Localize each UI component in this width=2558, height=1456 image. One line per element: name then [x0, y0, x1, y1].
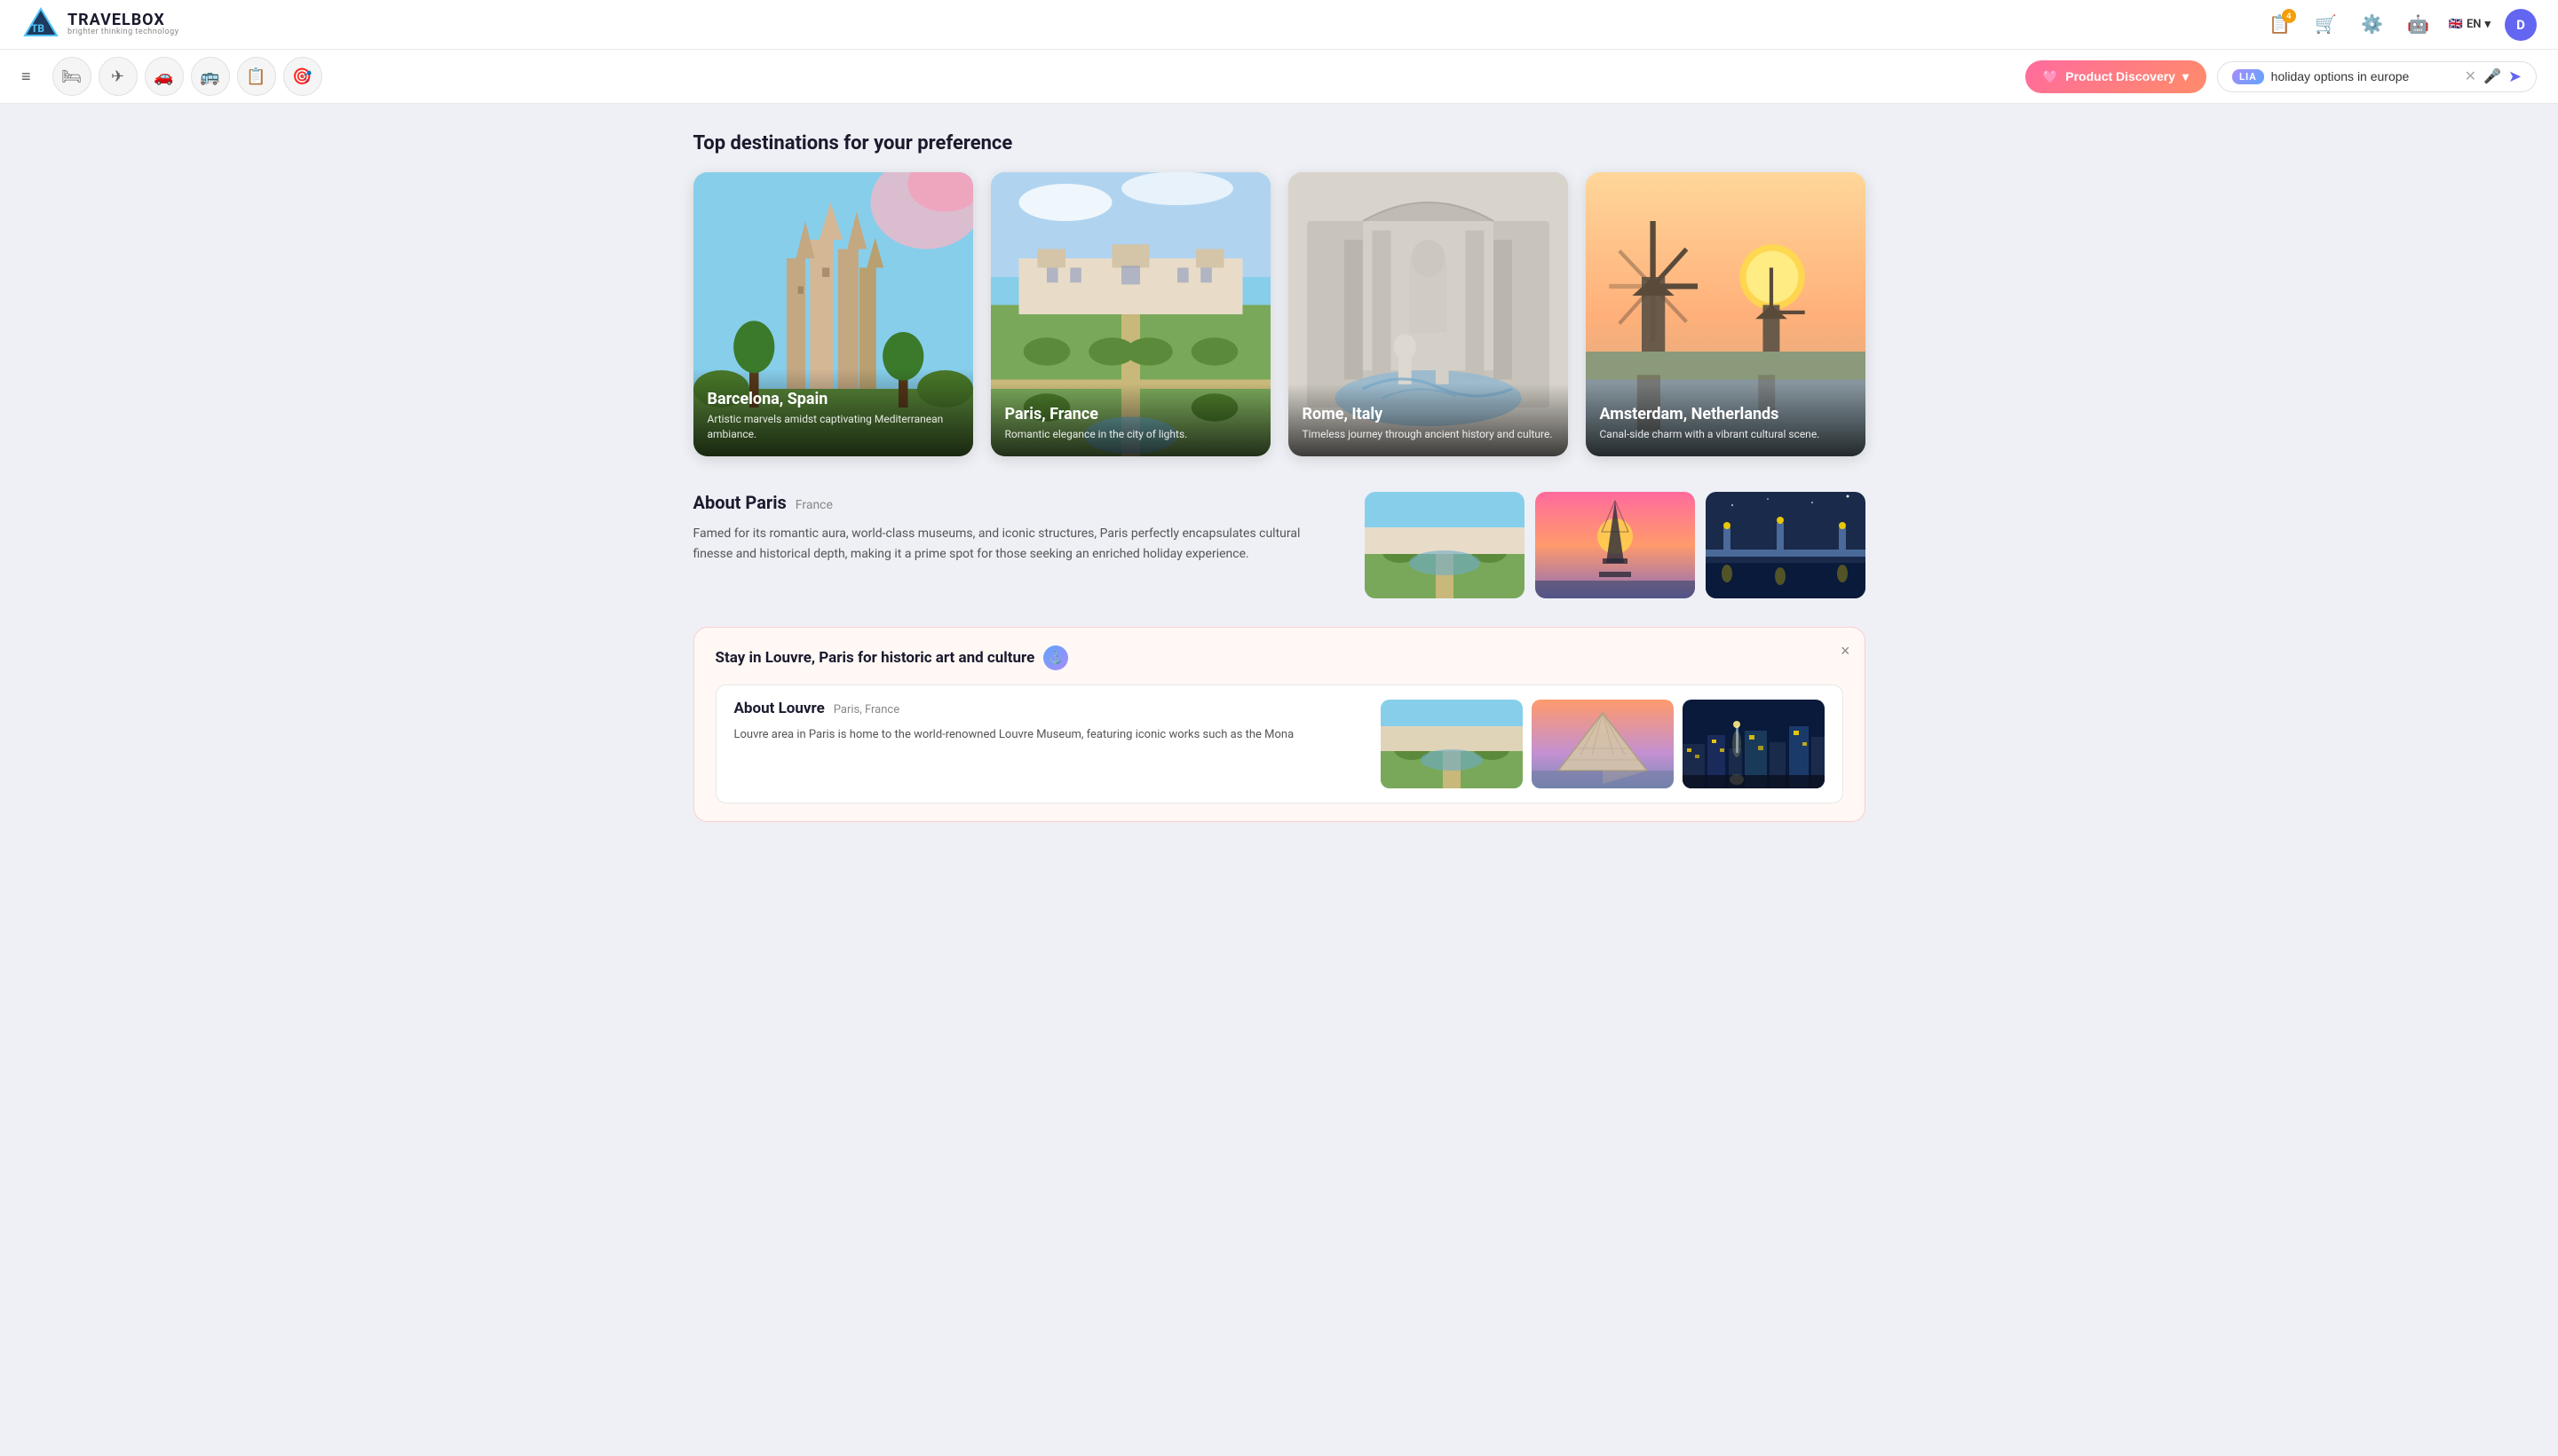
nav-tab-car[interactable]: 🚗 — [145, 57, 184, 96]
destination-desc-amsterdam: Canal-side charm with a vibrant cultural… — [1600, 427, 1851, 442]
cart-button[interactable]: 🛒 — [2310, 9, 2342, 41]
section-title: Top destinations for your preference — [693, 132, 1865, 154]
ai-button[interactable]: 🤖 — [2403, 9, 2435, 41]
louvre-card-close-button[interactable]: × — [1841, 642, 1850, 661]
search-input[interactable] — [2271, 69, 2458, 83]
about-country: France — [796, 498, 833, 512]
flag-icon: 🇬🇧 — [2449, 18, 2463, 31]
nav-tab-explore[interactable]: 🎯 — [283, 57, 322, 96]
about-paris-section: About Paris France Famed for its romanti… — [693, 492, 1865, 598]
louvre-location: Paris, France — [834, 703, 899, 716]
destination-overlay-rome: Rome, Italy Timeless journey through anc… — [1288, 384, 1568, 456]
louvre-images — [1381, 700, 1825, 788]
product-discovery-button[interactable]: 🩷 Product Discovery ▾ — [2025, 60, 2206, 93]
chevron-down-icon: ▾ — [2182, 69, 2189, 84]
about-title-row: About Paris France — [693, 492, 1329, 513]
louvre-img-1 — [1381, 700, 1523, 788]
louvre-image-2[interactable] — [1532, 700, 1674, 788]
louvre-card-title: Stay in Louvre, Paris for historic art a… — [716, 649, 1035, 667]
heart-icon: 🩷 — [2043, 69, 2058, 84]
notification-badge: 4 — [2282, 9, 2296, 23]
lia-badge: LIA — [2232, 69, 2264, 84]
nav-tab-bus[interactable]: 🚌 — [191, 57, 230, 96]
louvre-image-1[interactable] — [1381, 700, 1523, 788]
destination-desc-barcelona: Artistic marvels amidst captivating Medi… — [708, 412, 959, 442]
navbar: ≡ 🛏 ✈ 🚗 🚌 📋 🎯 🩷 Product Discovery ▾ LIA … — [0, 50, 2558, 104]
destination-title-paris: Paris, France — [1005, 405, 1256, 423]
louvre-inner-card: About Louvre Paris, France Louvre area i… — [716, 684, 1843, 803]
louvre-description: Louvre area in Paris is home to the worl… — [734, 726, 1359, 745]
destination-title-barcelona: Barcelona, Spain — [708, 390, 959, 408]
topbar: TB TRAVELBOX brighter thinking technolog… — [0, 0, 2558, 50]
user-avatar[interactable]: D — [2505, 9, 2537, 41]
destination-card-rome[interactable]: Rome, Italy Timeless journey through anc… — [1288, 172, 1568, 456]
about-paris-text: About Paris France Famed for its romanti… — [693, 492, 1329, 565]
destinations-grid: Barcelona, Spain Artistic marvels amidst… — [693, 172, 1865, 456]
louvre-title-row: About Louvre Paris, France — [734, 700, 1359, 717]
app-name: TRAVELBOX — [67, 12, 179, 29]
destination-card-barcelona[interactable]: Barcelona, Spain Artistic marvels amidst… — [693, 172, 973, 456]
about-image-versailles[interactable] — [1365, 492, 1525, 598]
louvre-card: Stay in Louvre, Paris for historic art a… — [693, 627, 1865, 822]
louvre-title: About Louvre — [734, 700, 825, 717]
svg-text:TB: TB — [31, 22, 44, 35]
chevron-down-icon: ▾ — [2484, 18, 2491, 31]
destination-title-rome: Rome, Italy — [1303, 405, 1554, 423]
destination-overlay-amsterdam: Amsterdam, Netherlands Canal-side charm … — [1586, 384, 1865, 456]
product-discovery-label: Product Discovery — [2065, 69, 2175, 83]
anchor-icon: ⚓ — [1049, 651, 1064, 665]
about-images — [1365, 492, 1865, 598]
destination-desc-paris: Romantic elegance in the city of lights. — [1005, 427, 1256, 442]
menu-icon[interactable]: ≡ — [21, 67, 31, 86]
destination-overlay-paris: Paris, France Romantic elegance in the c… — [991, 384, 1271, 456]
nav-tabs: 🛏 ✈ 🚗 🚌 📋 🎯 — [52, 57, 322, 96]
language-selector[interactable]: 🇬🇧 EN ▾ — [2449, 18, 2491, 31]
logo[interactable]: TB TRAVELBOX brighter thinking technolog… — [21, 5, 179, 44]
about-image-eiffel[interactable] — [1535, 492, 1695, 598]
app-tagline: brighter thinking technology — [67, 28, 179, 37]
about-image-bridge[interactable] — [1706, 492, 1865, 598]
destination-overlay-barcelona: Barcelona, Spain Artistic marvels amidst… — [693, 368, 973, 456]
nav-tab-flight[interactable]: ✈ — [99, 57, 138, 96]
clear-search-button[interactable]: ✕ — [2465, 67, 2476, 85]
destination-card-paris[interactable]: Paris, France Romantic elegance in the c… — [991, 172, 1271, 456]
search-bar: LIA ✕ 🎤 ➤ — [2217, 61, 2537, 92]
main-content: Top destinations for your preference — [658, 104, 1901, 851]
send-button[interactable]: ➤ — [2508, 67, 2522, 86]
destination-card-amsterdam[interactable]: Amsterdam, Netherlands Canal-side charm … — [1586, 172, 1865, 456]
settings-button[interactable]: ⚙️ — [2356, 9, 2388, 41]
eiffel-img — [1535, 492, 1695, 598]
about-title: About Paris — [693, 492, 787, 513]
versailles-img — [1365, 492, 1525, 598]
louvre-image-3[interactable] — [1683, 700, 1825, 788]
louvre-about-text: About Louvre Paris, France Louvre area i… — [734, 700, 1359, 745]
language-label: EN — [2467, 18, 2482, 31]
louvre-img-2 — [1532, 700, 1674, 788]
nav-tab-hotel[interactable]: 🛏 — [52, 57, 91, 96]
destination-title-amsterdam: Amsterdam, Netherlands — [1600, 405, 1851, 423]
louvre-card-header: Stay in Louvre, Paris for historic art a… — [716, 645, 1843, 670]
destination-desc-rome: Timeless journey through ancient history… — [1303, 427, 1554, 442]
about-description: Famed for its romantic aura, world-class… — [693, 524, 1329, 565]
logo-icon: TB — [21, 5, 60, 44]
search-area: 🩷 Product Discovery ▾ LIA ✕ 🎤 ➤ — [333, 60, 2537, 93]
louvre-img-3 — [1683, 700, 1825, 788]
louvre-icon-badge: ⚓ — [1043, 645, 1068, 670]
bridge-img — [1706, 492, 1865, 598]
microphone-button[interactable]: 🎤 — [2483, 67, 2501, 85]
nav-tab-activities[interactable]: 📋 — [237, 57, 276, 96]
notifications-button[interactable]: 📋 4 — [2264, 9, 2296, 41]
topbar-actions: 📋 4 🛒 ⚙️ 🤖 🇬🇧 EN ▾ D — [2264, 9, 2537, 41]
